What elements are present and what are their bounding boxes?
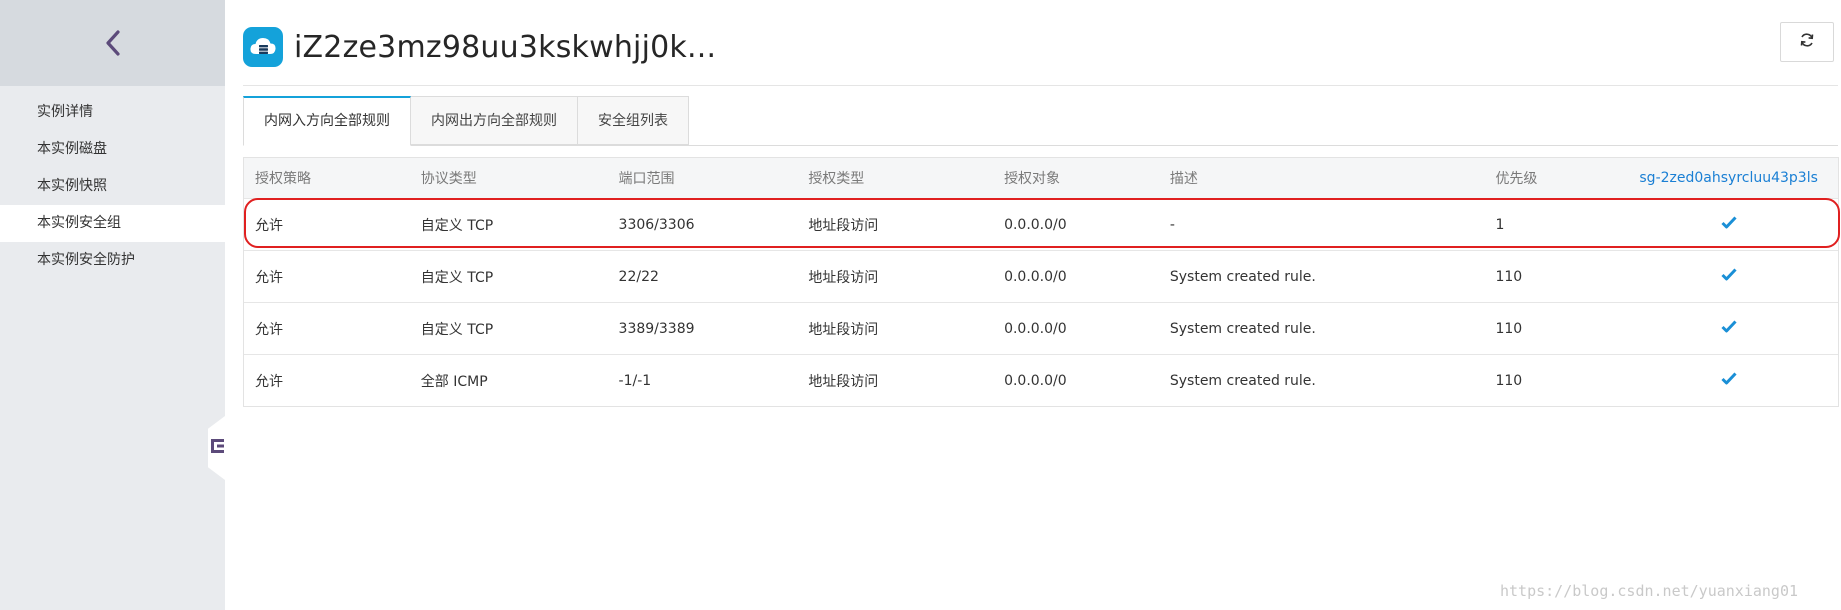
- page-header: iZ2ze3mz98uu3kskwhjj0k...: [243, 22, 716, 72]
- cell-auth-target: 0.0.0.0/0: [1004, 216, 1067, 233]
- checkmark-icon: [1721, 216, 1737, 233]
- cell-protocol: 自定义 TCP: [420, 217, 494, 234]
- cell-auth-target: 0.0.0.0/0: [1004, 372, 1067, 389]
- page-title: iZ2ze3mz98uu3kskwhjj0k...: [294, 29, 717, 65]
- cell-policy: 允许: [255, 217, 283, 234]
- header-divider: [243, 85, 1838, 86]
- table-row: 允许 自定义 TCP 3389/3389 地址段访问 0.0.0.0/0 Sys…: [244, 303, 1838, 355]
- sidebar-item-label: 本实例磁盘: [37, 141, 107, 157]
- watermark: https://blog.csdn.net/yuanxiang01: [1500, 582, 1799, 600]
- back-button[interactable]: [0, 0, 225, 86]
- column-header-auth-type: 授权类型: [808, 171, 865, 187]
- cell-policy: 允许: [255, 269, 283, 286]
- column-header-port-range: 端口范围: [618, 171, 675, 187]
- cell-applied: [1619, 268, 1838, 285]
- chevron-left-icon: [103, 29, 123, 57]
- table-row: 允许 全部 ICMP -1/-1 地址段访问 0.0.0.0/0 System …: [244, 355, 1838, 406]
- sidebar-item-security-protection[interactable]: 本实例安全防护: [0, 242, 225, 279]
- column-header-auth-target: 授权对象: [1004, 171, 1061, 187]
- column-header-priority: 优先级: [1495, 171, 1538, 187]
- sidebar-item-label: 本实例快照: [37, 178, 107, 194]
- column-header-description: 描述: [1169, 171, 1198, 187]
- cell-auth-type: 地址段访问: [808, 321, 879, 338]
- tab-inbound-rules[interactable]: 内网入方向全部规则: [243, 96, 411, 146]
- cell-protocol: 自定义 TCP: [420, 269, 494, 286]
- sidebar: 实例详情 本实例磁盘 本实例快照 本实例安全组 本实例安全防护: [0, 0, 225, 610]
- cloud-server-icon: [243, 27, 283, 67]
- cell-applied: [1619, 216, 1838, 233]
- checkmark-icon: [1721, 320, 1737, 337]
- cell-auth-type: 地址段访问: [808, 217, 879, 234]
- checkmark-icon: [1721, 268, 1737, 285]
- tab-label: 内网入方向全部规则: [264, 113, 390, 129]
- tab-security-group-list[interactable]: 安全组列表: [578, 96, 689, 145]
- sidebar-item-disks[interactable]: 本实例磁盘: [0, 131, 225, 168]
- tab-outbound-rules[interactable]: 内网出方向全部规则: [411, 96, 578, 145]
- column-header-security-group[interactable]: sg-2zed0ahsyrcluu43p3ls: [1619, 170, 1838, 186]
- cell-description: System created rule.: [1169, 268, 1316, 285]
- tab-label: 安全组列表: [598, 113, 668, 129]
- table-row: 允许 自定义 TCP 3306/3306 地址段访问 0.0.0.0/0 - 1: [244, 199, 1838, 251]
- cell-description: System created rule.: [1169, 372, 1316, 389]
- cell-description: -: [1169, 216, 1175, 233]
- cell-policy: 允许: [255, 373, 283, 390]
- sidebar-item-label: 实例详情: [37, 104, 93, 120]
- cell-protocol: 自定义 TCP: [420, 321, 494, 338]
- cell-port-range: 22/22: [618, 268, 659, 285]
- sidebar-item-label: 本实例安全防护: [37, 252, 135, 268]
- security-group-link[interactable]: sg-2zed0ahsyrcluu43p3ls: [1639, 170, 1818, 186]
- refresh-icon: [1799, 32, 1815, 52]
- cell-priority: 1: [1495, 216, 1505, 233]
- cell-port-range: 3306/3306: [618, 216, 695, 233]
- cell-applied: [1619, 320, 1838, 337]
- cell-auth-type: 地址段访问: [808, 269, 879, 286]
- security-rules-table: 授权策略 协议类型 端口范围 授权类型 授权对象 描述 优先级 sg-2zed0…: [243, 157, 1839, 407]
- rule-tabs: 内网入方向全部规则 内网出方向全部规则 安全组列表: [243, 96, 689, 146]
- table-row: 允许 自定义 TCP 22/22 地址段访问 0.0.0.0/0 System …: [244, 251, 1838, 303]
- sidebar-item-label: 本实例安全组: [37, 215, 121, 231]
- cell-auth-target: 0.0.0.0/0: [1004, 320, 1067, 337]
- sidebar-item-snapshots[interactable]: 本实例快照: [0, 168, 225, 205]
- collapse-sidebar-icon: [211, 438, 225, 458]
- sidebar-nav: 实例详情 本实例磁盘 本实例快照 本实例安全组 本实例安全防护: [0, 94, 225, 279]
- cell-auth-type: 地址段访问: [808, 373, 879, 390]
- cell-policy: 允许: [255, 321, 283, 338]
- cell-priority: 110: [1495, 268, 1523, 285]
- cell-priority: 110: [1495, 320, 1523, 337]
- checkmark-icon: [1721, 372, 1737, 389]
- column-header-policy: 授权策略: [255, 171, 311, 187]
- column-header-protocol: 协议类型: [420, 171, 477, 187]
- refresh-button[interactable]: [1780, 22, 1834, 62]
- tab-label: 内网出方向全部规则: [431, 113, 557, 129]
- cell-applied: [1619, 372, 1838, 389]
- cell-description: System created rule.: [1169, 320, 1316, 337]
- cell-port-range: 3389/3389: [618, 320, 695, 337]
- table-header-row: 授权策略 协议类型 端口范围 授权类型 授权对象 描述 优先级 sg-2zed0…: [244, 158, 1838, 199]
- sidebar-item-security-groups[interactable]: 本实例安全组: [0, 205, 225, 242]
- cell-protocol: 全部 ICMP: [420, 373, 488, 390]
- sidebar-item-instance-details[interactable]: 实例详情: [0, 94, 225, 131]
- cell-auth-target: 0.0.0.0/0: [1004, 268, 1067, 285]
- cell-port-range: -1/-1: [618, 372, 652, 389]
- cell-priority: 110: [1495, 372, 1523, 389]
